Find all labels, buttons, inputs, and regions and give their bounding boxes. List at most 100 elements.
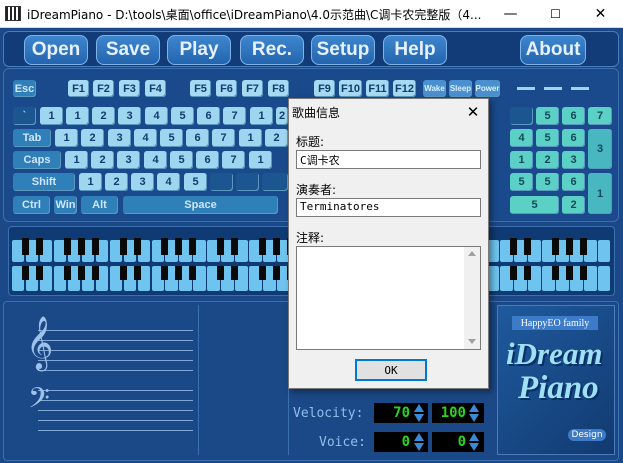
key-note[interactable]: 3: [108, 129, 131, 147]
key-caps[interactable]: Caps: [13, 151, 61, 169]
key-wake[interactable]: Wake: [423, 80, 446, 97]
title-field[interactable]: C调卡农: [296, 150, 481, 169]
piano-black-key[interactable]: [63, 238, 71, 255]
key-shift[interactable]: Shift: [13, 173, 75, 191]
piano-black-key[interactable]: [77, 266, 85, 280]
piano-black-key[interactable]: [35, 266, 43, 280]
piano-black-key[interactable]: [580, 266, 588, 280]
key-note[interactable]: 2: [92, 107, 115, 125]
piano-black-key[interactable]: [273, 266, 281, 280]
key-f6[interactable]: F6: [216, 80, 237, 97]
velocity-left-spinner[interactable]: [413, 403, 425, 423]
numpad-note[interactable]: 1: [588, 173, 612, 214]
piano-black-key[interactable]: [161, 266, 169, 280]
key-backtick[interactable]: `: [13, 107, 36, 125]
notes-field[interactable]: [296, 246, 481, 350]
numpad-note[interactable]: 5: [536, 173, 559, 191]
key-note[interactable]: 4: [145, 107, 168, 125]
piano-black-key[interactable]: [217, 266, 225, 280]
piano-black-key[interactable]: [77, 238, 85, 255]
numpad-note[interactable]: 5: [536, 107, 559, 125]
down-arrow-icon[interactable]: [469, 414, 479, 422]
close-button[interactable]: ✕: [578, 0, 623, 27]
piano-black-key[interactable]: [189, 238, 197, 255]
key-ctrl[interactable]: Ctrl: [13, 196, 50, 214]
piano-black-key[interactable]: [580, 238, 588, 255]
key-blank[interactable]: [262, 173, 288, 191]
velocity-right-spinner[interactable]: [468, 403, 480, 423]
key-note[interactable]: 5: [160, 129, 183, 147]
numpad-note[interactable]: 2: [562, 196, 585, 214]
key-note[interactable]: 3: [118, 107, 141, 125]
piano-black-key[interactable]: [273, 238, 281, 255]
piano-black-key[interactable]: [91, 238, 99, 255]
numpad-note[interactable]: 6: [562, 107, 585, 125]
key-note[interactable]: 3: [131, 173, 154, 191]
piano-black-key[interactable]: [510, 266, 518, 280]
piano-black-key[interactable]: [566, 266, 574, 280]
key-note[interactable]: 7: [223, 107, 246, 125]
key-note[interactable]: 1: [239, 129, 262, 147]
key-power[interactable]: Power: [475, 80, 500, 97]
piano-black-key[interactable]: [524, 266, 532, 280]
key-f5[interactable]: F5: [190, 80, 211, 97]
key-f3[interactable]: F3: [119, 80, 140, 97]
key-f7[interactable]: F7: [242, 80, 263, 97]
numpad-note[interactable]: 1: [510, 151, 533, 169]
up-arrow-icon[interactable]: [414, 433, 424, 441]
key-note[interactable]: 6: [196, 151, 219, 169]
numpad-note[interactable]: 6: [562, 129, 585, 147]
key-note[interactable]: 5: [171, 107, 194, 125]
numpad-note[interactable]: 2: [536, 151, 559, 169]
help-button[interactable]: Help: [383, 35, 447, 65]
key-esc[interactable]: Esc: [13, 80, 36, 97]
key-note[interactable]: 7: [212, 129, 235, 147]
key-note[interactable]: 5: [170, 151, 193, 169]
piano-white-key[interactable]: [598, 266, 611, 291]
save-button[interactable]: Save: [96, 35, 160, 65]
key-note[interactable]: 2: [105, 173, 128, 191]
key-blank[interactable]: [510, 107, 533, 125]
up-arrow-icon[interactable]: [414, 404, 424, 412]
piano-black-key[interactable]: [91, 266, 99, 280]
key-note[interactable]: 2: [91, 151, 114, 169]
key-win[interactable]: Win: [54, 196, 77, 214]
up-arrow-icon[interactable]: [469, 433, 479, 441]
key-note[interactable]: 1: [55, 129, 78, 147]
piano-black-key[interactable]: [189, 266, 197, 280]
piano-black-key[interactable]: [552, 266, 560, 280]
key-note[interactable]: 1: [65, 151, 88, 169]
piano-black-key[interactable]: [21, 266, 29, 280]
up-arrow-icon[interactable]: [469, 404, 479, 412]
key-note[interactable]: 5: [184, 173, 207, 191]
key-note[interactable]: 4: [144, 151, 167, 169]
key-f12[interactable]: F12: [393, 80, 416, 97]
numpad-note[interactable]: 4: [510, 129, 533, 147]
key-f8[interactable]: F8: [268, 80, 289, 97]
piano-black-key[interactable]: [552, 238, 560, 255]
key-tab[interactable]: Tab: [13, 129, 51, 147]
piano-black-key[interactable]: [566, 238, 574, 255]
piano-black-key[interactable]: [161, 238, 169, 255]
key-sleep[interactable]: Sleep: [449, 80, 472, 97]
notes-scrollbar[interactable]: [464, 247, 480, 349]
piano-black-key[interactable]: [231, 238, 239, 255]
key-note[interactable]: 4: [157, 173, 180, 191]
key-note[interactable]: 4: [134, 129, 157, 147]
numpad-note[interactable]: 6: [562, 173, 585, 191]
key-f10[interactable]: F10: [339, 80, 362, 97]
ok-button[interactable]: OK: [355, 359, 427, 381]
piano-white-key[interactable]: [598, 240, 611, 262]
piano-black-key[interactable]: [119, 238, 127, 255]
scroll-down-icon[interactable]: [468, 339, 476, 344]
key-note[interactable]: 1: [250, 107, 273, 125]
numpad-note[interactable]: 5: [510, 173, 533, 191]
minimize-button[interactable]: —: [488, 0, 533, 27]
setup-button[interactable]: Setup: [311, 35, 375, 65]
key-f11[interactable]: F11: [366, 80, 389, 97]
key-note[interactable]: 2: [81, 129, 104, 147]
key-note[interactable]: 1: [79, 173, 102, 191]
performer-field[interactable]: Terminatores: [296, 198, 481, 217]
down-arrow-icon[interactable]: [414, 443, 424, 451]
play-button[interactable]: Play: [167, 35, 231, 65]
